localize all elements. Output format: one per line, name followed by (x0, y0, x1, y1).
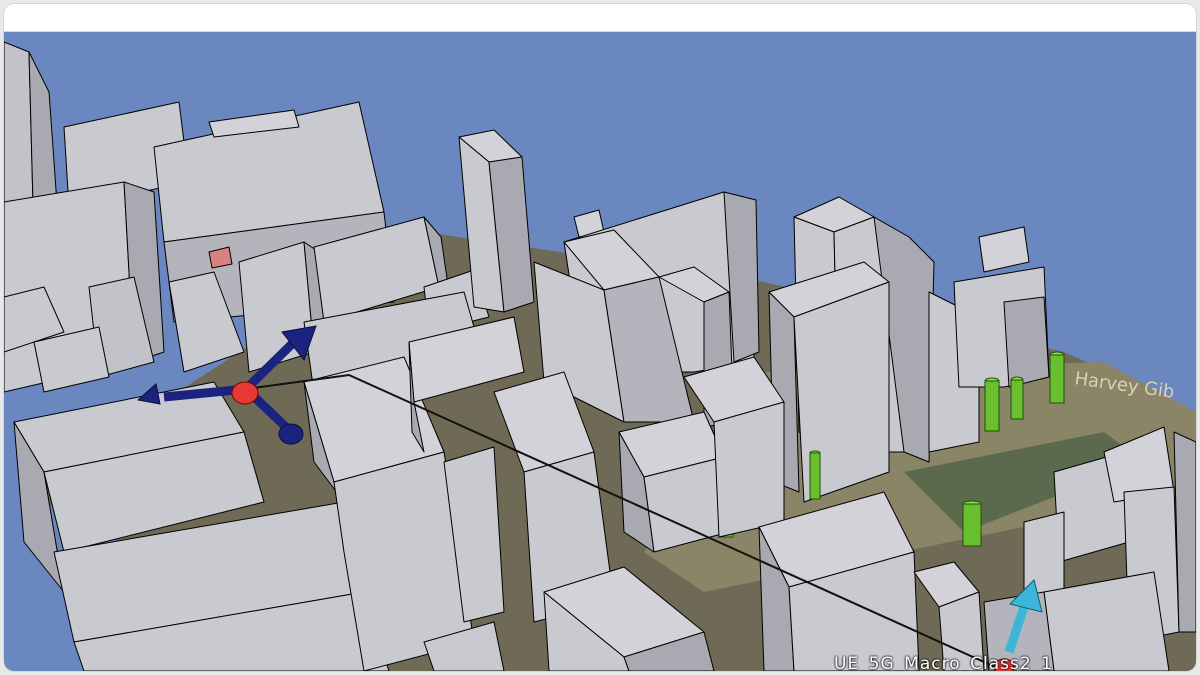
app-window: Harvey Gib UE_5G_Macro_Class2_1 (0, 0, 1200, 675)
transmitter-center-icon (231, 381, 259, 405)
sensor-marker[interactable] (809, 450, 821, 500)
window-frame: Harvey Gib UE_5G_Macro_Class2_1 (4, 4, 1196, 671)
scene-canvas[interactable]: Harvey Gib (4, 32, 1196, 671)
sensor-marker[interactable] (984, 377, 1000, 432)
sensor-marker[interactable] (1010, 376, 1024, 420)
sensor-marker[interactable] (1049, 351, 1065, 404)
sensor-marker[interactable] (962, 500, 982, 547)
title-bar (4, 4, 1196, 32)
entity-name-overlay: UE_5G_Macro_Class2_1 (834, 654, 1053, 671)
3d-viewport[interactable]: Harvey Gib UE_5G_Macro_Class2_1 (4, 32, 1196, 671)
